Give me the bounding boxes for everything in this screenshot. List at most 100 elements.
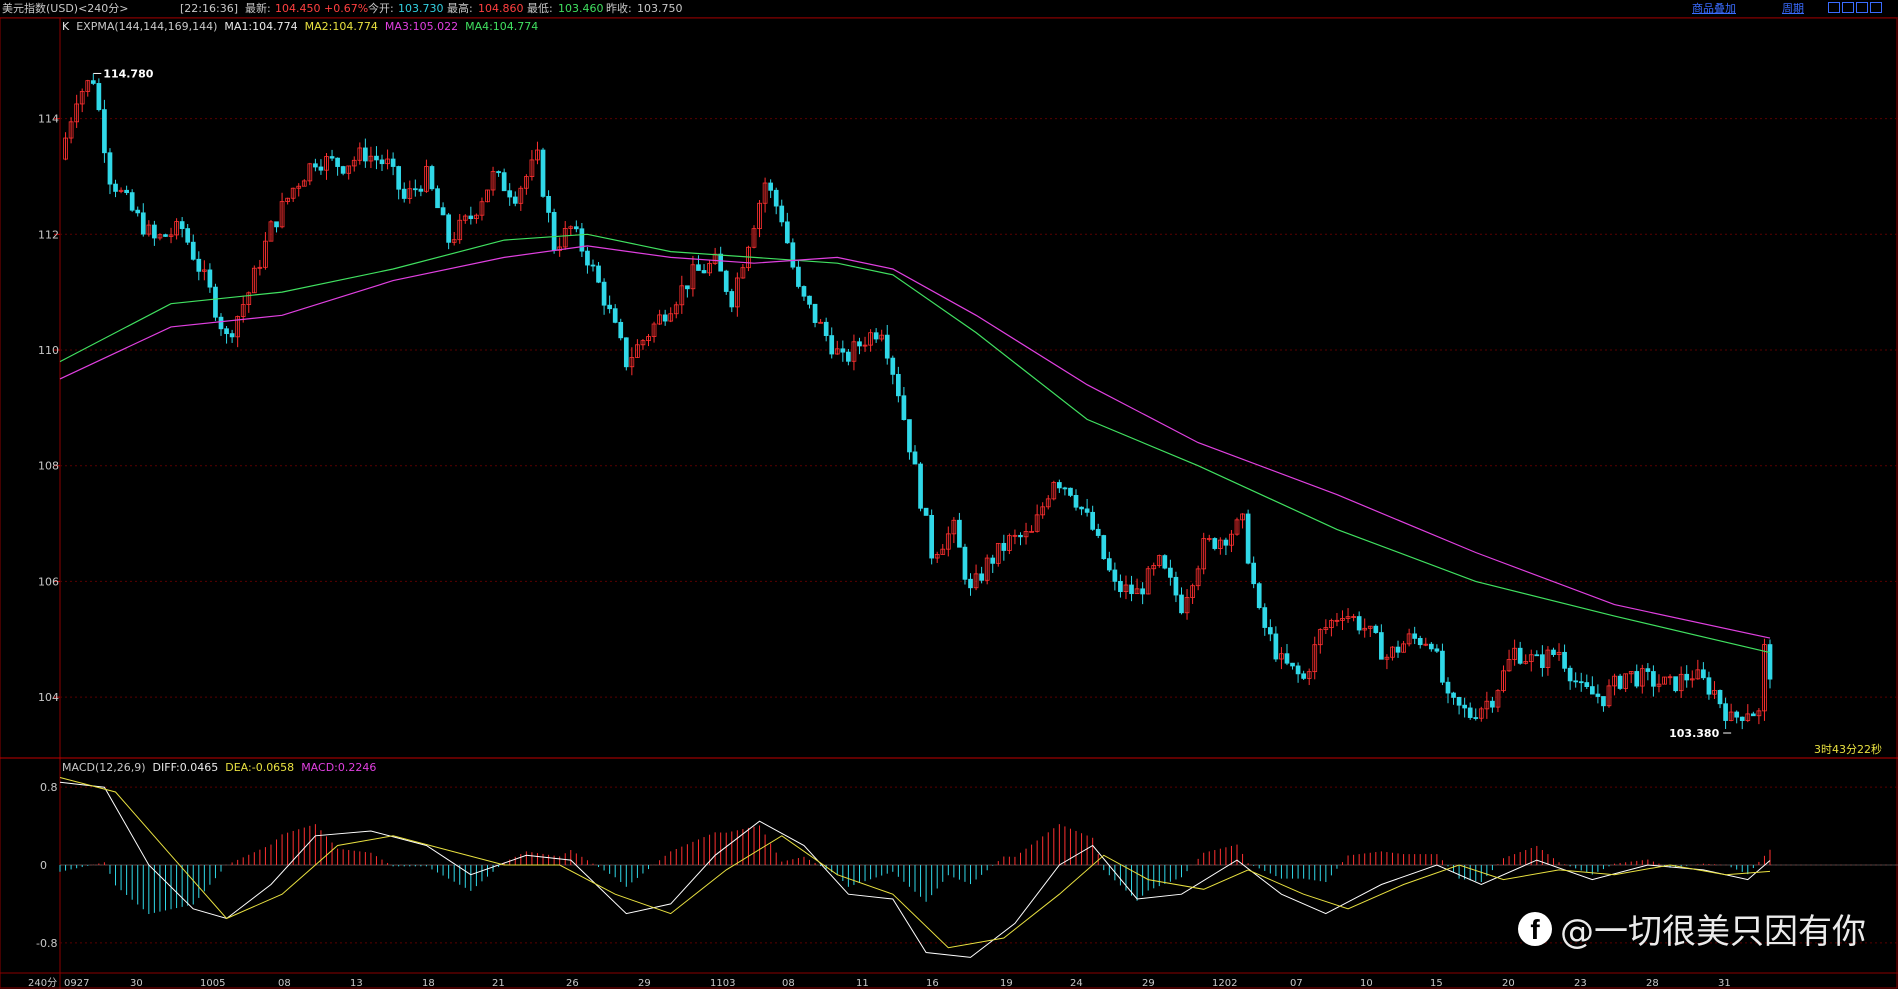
candle-body (335, 157, 340, 167)
candle-body (1462, 704, 1467, 709)
candle-body (1001, 542, 1007, 551)
candle-body (1084, 508, 1090, 513)
candle-body (1595, 693, 1601, 697)
candle-body (96, 83, 102, 111)
candle-body (1079, 506, 1084, 510)
time-axis-label: 11 (856, 978, 869, 989)
candle-body (396, 166, 402, 190)
candle-body (823, 321, 829, 336)
candle-body (1723, 703, 1728, 721)
candle-body (790, 242, 796, 268)
candle-body (507, 190, 513, 198)
candle-body (418, 188, 424, 192)
candle-body (1651, 671, 1656, 687)
candle-body (1456, 697, 1462, 706)
candle-body (124, 189, 129, 194)
candle-body (1451, 692, 1456, 698)
candle-body (968, 578, 973, 589)
time-axis-label: 08 (782, 978, 795, 989)
chart-border (0, 17, 1898, 989)
candle-body (1412, 633, 1418, 639)
candle-body (768, 182, 773, 191)
price-tick-label: 114 (38, 113, 59, 126)
candle-body (185, 228, 191, 243)
candle-body (540, 149, 546, 197)
high-marker-label: 114.780 (103, 67, 153, 80)
candle-body (1551, 649, 1556, 655)
candle-body (501, 172, 507, 192)
candle-body (901, 395, 907, 420)
candle-body (1589, 686, 1595, 695)
candle-body (224, 328, 229, 335)
candle-body (979, 573, 984, 581)
kline-chart[interactable]: 104 106 108 110 112 114 0.8 0 -0.8 240分 0927 30 1005… (0, 0, 1898, 989)
time-axis-label: 08 (278, 978, 291, 989)
macd-tick-label: 0 (40, 859, 47, 872)
time-axis-label: 240分 (28, 977, 57, 989)
candle-body (218, 316, 224, 330)
candle-body (1578, 681, 1584, 684)
time-axis-label: 21 (492, 978, 505, 989)
candle-body (1267, 627, 1273, 635)
candle-body (1634, 671, 1640, 687)
time-axis-label: 1103 (710, 978, 735, 989)
time-axis-label: 26 (566, 978, 579, 989)
candle-body (429, 166, 435, 190)
candle-body (784, 221, 790, 244)
candle-body (1273, 633, 1279, 660)
candle-body (1262, 607, 1268, 628)
time-axis-label: 1202 (1212, 978, 1237, 989)
candle-body (662, 314, 668, 322)
candle-body (546, 195, 551, 213)
candle-body (607, 304, 612, 310)
candle-body (196, 258, 202, 272)
countdown-timer: 3时43分22秒 (1814, 743, 1882, 756)
time-axis-label: 20 (1502, 978, 1515, 989)
price-tick-label: 112 (38, 228, 59, 241)
candle-body (812, 303, 818, 323)
candle-body (1701, 669, 1706, 679)
candle-body (918, 463, 923, 509)
price-tick-label: 106 (38, 575, 59, 588)
candle-body (446, 214, 451, 243)
candle-body (696, 264, 701, 271)
candle-body (1118, 580, 1123, 593)
candle-body (718, 253, 724, 272)
macd-tick-label: -0.8 (36, 937, 57, 950)
time-axis-label: 13 (350, 978, 363, 989)
candle-body (623, 337, 629, 368)
candlestick-series (63, 73, 1773, 730)
candle-body (1057, 482, 1062, 489)
candle-body (1417, 638, 1423, 646)
candle-body (1018, 534, 1023, 538)
candle-body (412, 188, 418, 191)
time-axis-label: 24 (1070, 978, 1083, 989)
candle-body (857, 341, 862, 347)
candle-body (1573, 680, 1579, 683)
candle-body (890, 357, 896, 375)
candle-body (596, 265, 601, 283)
macd-dea-line (59, 777, 1771, 949)
candle-body (1467, 707, 1473, 718)
time-axis-label: 30 (130, 978, 143, 989)
candle-body (401, 188, 407, 199)
candle-body (923, 507, 929, 516)
watermark-text: @一切很美只因有你 (1560, 912, 1866, 952)
time-axis-label: 18 (422, 978, 435, 989)
candle-body (1473, 717, 1479, 719)
ema-line-magenta (59, 245, 1771, 639)
candle-body (379, 159, 385, 165)
candle-body (1290, 662, 1295, 667)
candle-body (1490, 700, 1495, 708)
price-tick-label: 110 (38, 344, 59, 357)
candle-body (1517, 647, 1523, 664)
candle-body (152, 224, 157, 239)
candle-body (318, 166, 324, 171)
time-axis-label: 16 (926, 978, 939, 989)
candle-body (551, 211, 557, 251)
candle-body (829, 335, 835, 355)
time-axis-label: 29 (638, 978, 651, 989)
candle-body (1284, 653, 1290, 664)
candle-body (468, 215, 474, 220)
candle-body (1106, 558, 1112, 571)
